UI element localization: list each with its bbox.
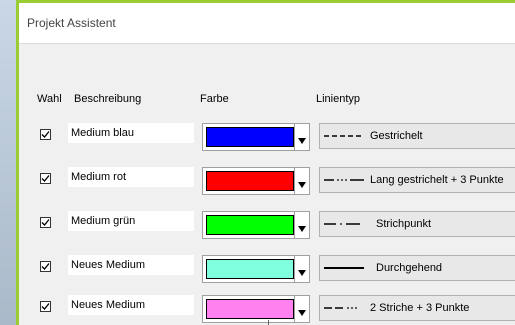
dashed-line-icon [324,135,364,137]
table-row: Medium rot Lang gestrichelt + 3 Punkte [19,166,515,196]
background-strip [0,0,16,325]
check-icon [41,263,50,270]
description-field[interactable]: Neues Medium [68,255,194,275]
line-type-select[interactable]: Durchgehend [319,255,515,281]
chevron-down-icon [298,270,306,276]
line-type-select[interactable]: Strichpunkt [319,211,515,237]
line-type-label: Lang gestrichelt + 3 Punkte [370,174,504,186]
description-field[interactable]: Medium rot [68,167,194,187]
color-swatch [206,215,294,235]
color-dropdown-button[interactable] [294,124,309,150]
project-assistant-window: Projekt Assistent Wahl Beschreibung Farb… [16,0,515,325]
check-icon [41,131,50,138]
row-checkbox[interactable] [40,217,51,228]
color-swatch [206,299,294,319]
header-wahl: Wahl [37,93,62,105]
chevron-down-icon [298,226,306,232]
line-type-label: Strichpunkt [376,218,432,230]
check-icon [41,175,50,182]
line-type-label: Gestrichelt [370,130,423,142]
color-dropdown-button[interactable] [294,296,309,322]
header-farbe: Farbe [200,93,229,105]
color-select[interactable] [202,123,310,151]
row-checkbox[interactable] [40,129,51,140]
color-dropdown-button[interactable] [294,212,309,238]
description-field[interactable]: Medium grün [68,211,194,231]
table-row: Medium grün Strichpunkt [19,210,515,240]
solid-line-icon [324,267,364,269]
row-checkbox[interactable] [40,301,51,312]
line-type-select[interactable]: 2 Striche + 3 Punkte [319,295,515,321]
header-beschreibung: Beschreibung [74,93,142,105]
two-dash-dots-line-icon [324,307,357,309]
window-title: Projekt Assistent [27,16,116,30]
color-dropdown-button[interactable] [294,256,309,282]
color-select[interactable] [202,295,310,323]
table-row: Neues Medium 2 Striche + 3 Punkte [19,294,515,324]
title-bar: Projekt Assistent [19,3,515,44]
check-icon [41,303,50,310]
description-field[interactable]: Neues Medium [68,295,194,315]
chevron-down-icon [298,310,306,316]
color-swatch [206,259,294,279]
line-type-label: 2 Striche + 3 Punkte [370,302,470,314]
check-icon [41,219,50,226]
dash-dot-line-icon [324,223,360,225]
color-swatch [206,171,294,191]
color-select[interactable] [202,255,310,283]
description-field[interactable]: Medium blau [68,123,194,143]
color-select[interactable] [202,167,310,195]
color-swatch [206,127,294,147]
divider-mark [268,320,269,325]
line-type-select[interactable]: Lang gestrichelt + 3 Punkte [319,167,515,193]
color-dropdown-button[interactable] [294,168,309,194]
row-checkbox[interactable] [40,173,51,184]
line-type-select[interactable]: Gestrichelt [319,123,515,149]
table-row: Medium blau Gestrichelt [19,122,515,152]
row-checkbox[interactable] [40,261,51,272]
header-linientyp: Linientyp [316,93,361,105]
long-dash-dots-line-icon [324,179,364,181]
chevron-down-icon [298,182,306,188]
chevron-down-icon [298,138,306,144]
table-row: Neues Medium Durchgehend [19,254,515,284]
line-type-label: Durchgehend [376,262,443,274]
color-select[interactable] [202,211,310,239]
